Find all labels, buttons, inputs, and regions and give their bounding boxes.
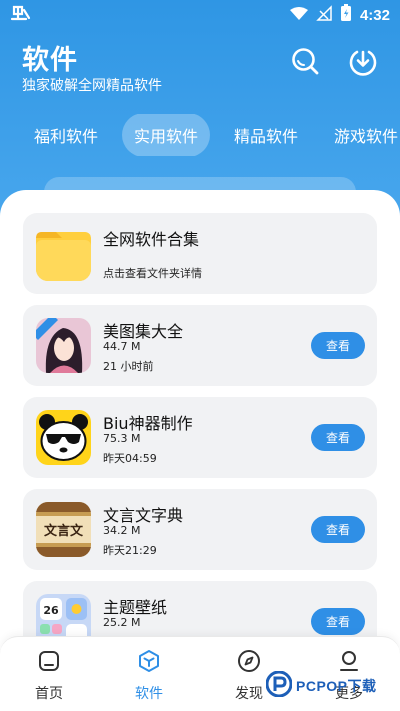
app-name: Biu神器制作 <box>103 414 193 433</box>
search-icon <box>291 47 319 79</box>
theme-wallpaper-icon-label: 26 <box>43 604 59 617</box>
pcpop-logo-icon <box>265 670 293 701</box>
list-item[interactable]: Biu神器制作 75.3 M 昨天04:59 查看 <box>23 397 377 478</box>
app-time: 21 小时前 <box>103 360 154 373</box>
view-button[interactable]: 查看 <box>311 608 365 635</box>
tab-premium[interactable]: 精品软件 <box>222 114 310 156</box>
wenyanwen-icon: 文言文 <box>36 502 91 557</box>
search-button[interactable] <box>288 46 322 80</box>
nav-software[interactable]: 软件 <box>114 649 184 703</box>
download-icon <box>348 46 378 80</box>
view-button[interactable]: 查看 <box>311 332 365 359</box>
pcpop-watermark: PCPOP下载 <box>265 666 396 706</box>
list-item[interactable]: 美图集大全 44.7 M 21 小时前 查看 <box>23 305 377 386</box>
no-signal-icon <box>316 5 332 25</box>
nav-software-label: 软件 <box>135 686 163 702</box>
home-icon <box>14 649 84 677</box>
tab-utility[interactable]: 实用软件 <box>122 114 211 156</box>
app-name: 主题壁纸 <box>103 598 168 617</box>
app-time: 昨天21:29 <box>103 544 157 557</box>
app-size: 25.2 M <box>103 616 141 629</box>
category-tabs: 福利软件 实用软件 精品软件 游戏软件 科 <box>0 114 400 156</box>
app-size: 34.2 M <box>103 524 141 537</box>
cube-icon <box>114 649 184 677</box>
page-subtitle: 独家破解全网精品软件 <box>22 78 162 94</box>
watermark-text: PCPOP下载 <box>296 678 377 694</box>
nav-home[interactable]: 首页 <box>14 649 84 703</box>
status-bar: 4:32 <box>0 0 400 28</box>
tab-welfare[interactable]: 福利软件 <box>22 114 110 156</box>
view-button[interactable]: 查看 <box>311 424 365 451</box>
folder-card[interactable]: 全网软件合集 点击查看文件夹详情 <box>23 213 377 294</box>
app-size: 44.7 M <box>103 340 141 353</box>
page-title: 软件 <box>22 45 78 76</box>
app-list-panel: 全网软件合集 点击查看文件夹详情 美图集大全 44.7 M 21 小时前 查看 <box>0 190 400 711</box>
tab-games[interactable]: 游戏软件 <box>322 114 400 156</box>
folder-title: 全网软件合集 <box>103 230 200 249</box>
app-notification-icon <box>10 4 32 28</box>
download-button[interactable] <box>346 46 380 80</box>
app-time: 昨天04:59 <box>103 452 157 465</box>
wenyanwen-icon-label: 文言文 <box>44 523 84 539</box>
wifi-icon <box>289 6 308 25</box>
view-button[interactable]: 查看 <box>311 516 365 543</box>
status-time: 4:32 <box>359 6 390 24</box>
anime-girl-icon <box>36 318 91 373</box>
app-name: 文言文字典 <box>103 506 184 525</box>
nav-home-label: 首页 <box>35 686 63 702</box>
app-size: 75.3 M <box>103 432 141 445</box>
app-name: 美图集大全 <box>103 322 184 341</box>
list-item[interactable]: 文言文 文言文字典 34.2 M 昨天21:29 查看 <box>23 489 377 570</box>
folder-icon <box>36 226 91 281</box>
panda-sunglasses-icon <box>36 410 91 465</box>
folder-description: 点击查看文件夹详情 <box>103 267 202 280</box>
battery-charging-icon <box>340 4 352 26</box>
